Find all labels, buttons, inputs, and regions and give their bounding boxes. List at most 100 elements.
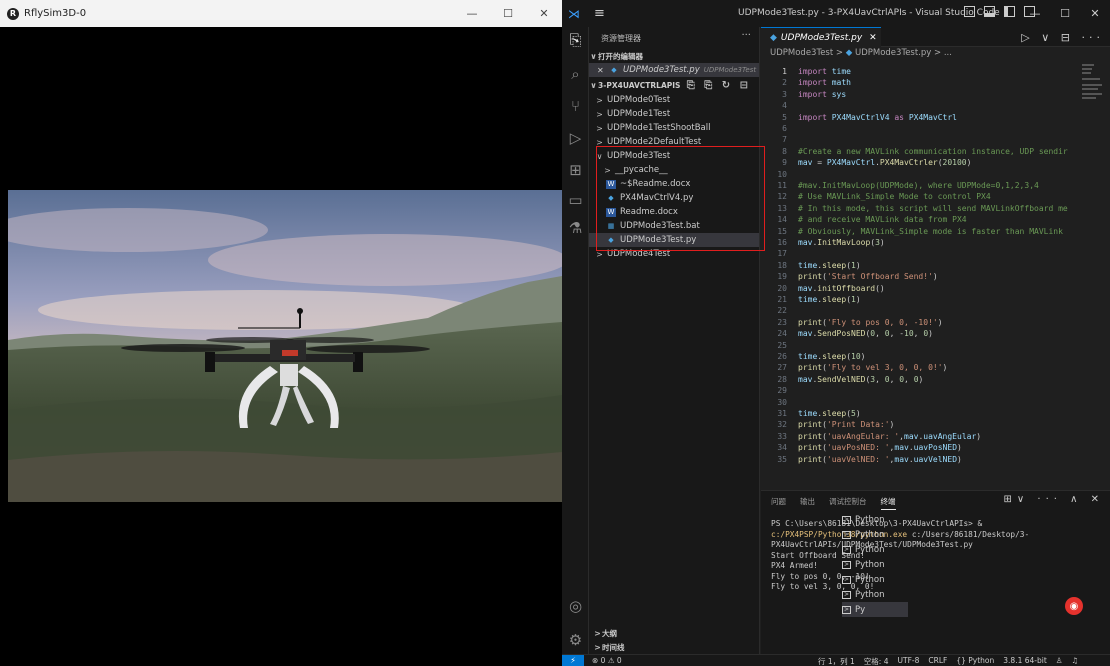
timeline-section[interactable]: > 时间线 <box>589 640 759 654</box>
panel-actions[interactable]: ⊞∨ ··· ∧ ✕ <box>1004 494 1104 505</box>
editor-actions[interactable]: ▷ ∨ ⊟ ··· <box>1021 31 1104 44</box>
code-line: 16 mav.InitMavLoop(3) <box>761 237 1110 248</box>
tree-item-label: UDPMode1TestShootBall <box>607 123 711 133</box>
breadcrumb-separator: > <box>835 48 844 58</box>
problems-count[interactable]: ⊗ 0 ⚠ 0 <box>592 656 622 665</box>
remote-indicator-icon[interactable]: ⚡ <box>562 654 584 666</box>
tab-output[interactable]: 输出 <box>800 496 815 510</box>
encoding[interactable]: UTF-8 <box>898 656 920 666</box>
line-number: 26 <box>777 352 787 361</box>
settings-gear-icon[interactable]: ⚙ <box>567 631 584 649</box>
toggle-secondary-sidebar-icon[interactable] <box>1004 6 1015 17</box>
run-debug-icon[interactable]: ▷ <box>567 129 584 147</box>
terminal-instance[interactable]: > Python <box>842 557 908 572</box>
code-line: 24 mav.SendPosNED(0, 0, -10, 0) <box>761 328 1110 339</box>
tree-item[interactable]: > UDPMode1TestShootBall <box>589 121 759 135</box>
terminal-list: > Python > Python > Python > Python > Python … <box>842 512 908 617</box>
explorer-icon[interactable]: ⎘ <box>567 31 584 49</box>
project-root-folder[interactable]: ∨ 3-PX4UAVCTRLAPIS ⎘ ⎘ ↻ ⊟ <box>589 78 759 92</box>
notifications-bell-icon[interactable]: ♫ <box>1072 656 1079 666</box>
breadcrumb-file[interactable]: UDPMode3Test.py <box>855 48 931 58</box>
code-line: 1 import time <box>761 66 1110 77</box>
search-icon[interactable]: ⌕ <box>567 65 584 83</box>
breadcrumb-tail[interactable]: > ... <box>934 48 952 58</box>
editor-tab-bar: ◆ UDPMode3Test.py ✕ ▷ ∨ ⊟ ··· <box>761 27 1110 47</box>
tab-udpmode3test[interactable]: ◆ UDPMode3Test.py ✕ <box>761 27 881 47</box>
menu-hamburger-icon[interactable]: ≡ <box>594 6 605 21</box>
terminal-icon: > <box>842 545 851 554</box>
terminal-instance[interactable]: > Python <box>842 512 908 527</box>
code-text: #mav.InitMavLoop(UDPMode), where UDPMode… <box>798 181 1039 190</box>
terminal-instance[interactable]: > Python <box>842 587 908 602</box>
terminal-label: Py <box>855 604 866 615</box>
code-line: 17 <box>761 248 1110 259</box>
line-number: 29 <box>777 386 787 396</box>
open-editor-item[interactable]: ✕ ◆ UDPMode3Test.py UDPMode3Test <box>589 63 759 77</box>
tree-item[interactable]: > UDPMode1Test <box>589 107 759 121</box>
code-line: 33 print('uavAngEular: ',mav.uavAngEular) <box>761 431 1110 442</box>
open-editors-section[interactable]: ∨ 打开的编辑器 <box>589 49 759 63</box>
chevron-right-icon: > <box>594 642 601 652</box>
python-interpreter[interactable]: 3.8.1 64-bit <box>1003 656 1047 666</box>
vscode-titlebar: ⋊ ≡ UDPMode3Test.py - 3-PX4UavCtrlAPIs -… <box>562 0 1110 27</box>
account-icon[interactable]: ♙ <box>1056 656 1063 666</box>
line-number: 35 <box>777 454 787 464</box>
sim-3d-viewport[interactable] <box>8 190 562 502</box>
source-control-icon[interactable]: ⑂ <box>567 97 584 115</box>
tab-terminal[interactable]: 终端 <box>880 496 896 510</box>
terminal-instance[interactable]: > Python <box>842 527 908 542</box>
minimap[interactable] <box>1082 62 1102 102</box>
terminal-instance[interactable]: > Python <box>842 572 908 587</box>
terminal-label: Python <box>855 529 885 540</box>
terminal-instance[interactable]: > Python <box>842 542 908 557</box>
extensions-icon[interactable]: ⊞ <box>567 161 584 179</box>
toggle-sidebar-icon[interactable] <box>964 6 975 17</box>
sim-window-title: RflySim3D-0 <box>24 8 87 19</box>
language-mode[interactable]: {} Python <box>956 656 994 666</box>
vscode-close-button[interactable]: ✕ <box>1080 0 1110 27</box>
explorer-toolbar-icons[interactable]: ⎘ ⎘ ↻ ⊟ <box>687 80 751 91</box>
code-text: time.sleep(1) <box>798 295 861 304</box>
chevron-right-icon: > <box>594 628 601 638</box>
tab-close-icon[interactable]: ✕ <box>869 33 877 43</box>
remote-explorer-icon[interactable]: ▭ <box>567 191 584 209</box>
sim-minimize-button[interactable]: — <box>454 0 490 27</box>
line-number: 30 <box>777 397 787 407</box>
code-line: 31 time.sleep(5) <box>761 408 1110 419</box>
code-line: 29 <box>761 385 1110 396</box>
tab-label: UDPMode3Test.py <box>780 32 863 43</box>
code-line: 10 <box>761 169 1110 180</box>
line-number: 21 <box>777 295 787 304</box>
code-line: 27 print('Fly to vel 3, 0, 0, 0!') <box>761 362 1110 373</box>
code-line: 8 #Create a new MAVLink communication ins… <box>761 146 1110 157</box>
vscode-maximize-button[interactable]: ☐ <box>1050 0 1080 27</box>
tab-debug-console[interactable]: 调试控制台 <box>829 496 867 510</box>
terminal-instance-active[interactable]: > Py <box>842 602 908 617</box>
line-number: 5 <box>782 112 787 122</box>
indentation[interactable]: 空格: 4 <box>864 656 889 666</box>
open-editors-label: 打开的编辑器 <box>598 51 643 61</box>
accounts-icon[interactable]: ◎ <box>567 597 584 615</box>
toggle-panel-icon[interactable] <box>984 6 995 17</box>
screen-record-icon[interactable]: ◉ <box>1065 597 1083 615</box>
breadcrumb-folder[interactable]: UDPMode3Test <box>770 48 833 58</box>
sim-maximize-button[interactable]: ☐ <box>490 0 526 27</box>
sim-close-button[interactable]: ✕ <box>526 0 562 27</box>
outline-section[interactable]: > 大纲 <box>589 626 759 640</box>
code-text: # Obviously, MAVLink_Simple mode is fast… <box>798 226 1063 236</box>
terminal-icon: > <box>842 590 851 599</box>
end-of-line[interactable]: CRLF <box>928 656 947 666</box>
cursor-position[interactable]: 行 1，列 1 <box>818 656 855 666</box>
explorer-more-icon[interactable]: ··· <box>741 30 751 41</box>
code-line: 14 # and receive MAVLink data from PX4 <box>761 214 1110 225</box>
tree-item[interactable]: > UDPMode0Test <box>589 93 759 107</box>
testing-icon[interactable]: ⚗ <box>567 219 584 237</box>
code-line: 21 time.sleep(1) <box>761 294 1110 305</box>
chevron-down-icon: ∨ <box>590 51 597 61</box>
line-number: 19 <box>777 272 787 282</box>
code-editor[interactable]: 1 import time 2 import math 3 import sys 4 5 imp… <box>761 62 1110 490</box>
vscode-minimize-button[interactable]: — <box>1020 0 1050 27</box>
chevron-right-icon: > <box>596 109 603 119</box>
tab-problems[interactable]: 问题 <box>771 496 786 510</box>
close-editor-icon[interactable]: ✕ <box>597 66 609 75</box>
